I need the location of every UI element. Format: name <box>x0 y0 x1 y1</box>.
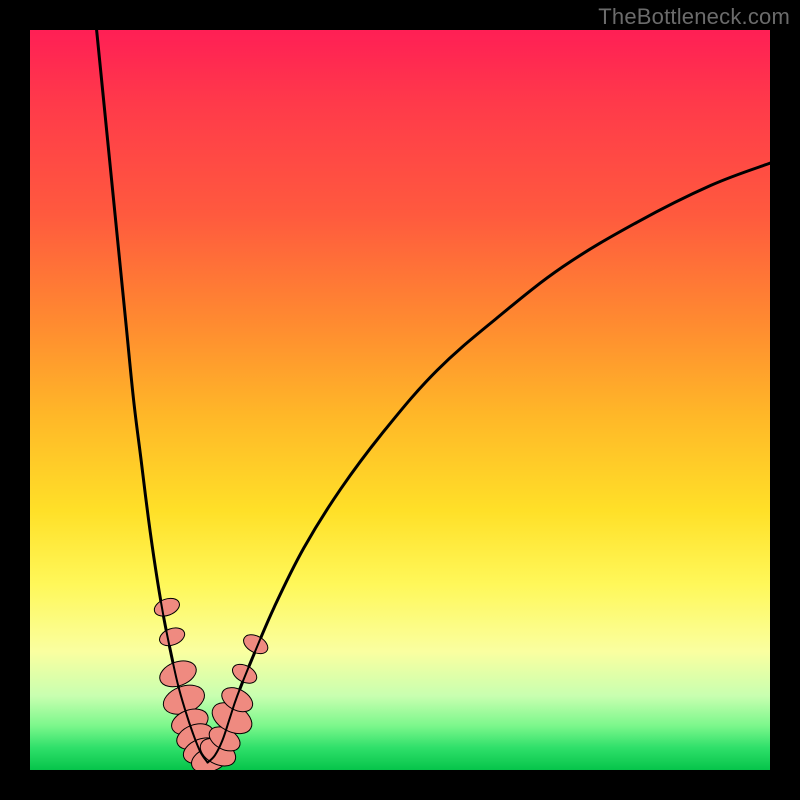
curve-layer <box>30 30 770 770</box>
curve-right-branch <box>208 163 770 762</box>
plot-area <box>30 30 770 770</box>
watermark-text: TheBottleneck.com <box>598 4 790 30</box>
data-marker <box>157 625 187 649</box>
curve-right-branch <box>208 163 770 762</box>
curve-left-branch <box>97 30 208 763</box>
data-marker <box>229 661 260 688</box>
data-marker <box>152 595 182 619</box>
curve-left-branch <box>97 30 208 763</box>
chart-frame: TheBottleneck.com <box>0 0 800 800</box>
